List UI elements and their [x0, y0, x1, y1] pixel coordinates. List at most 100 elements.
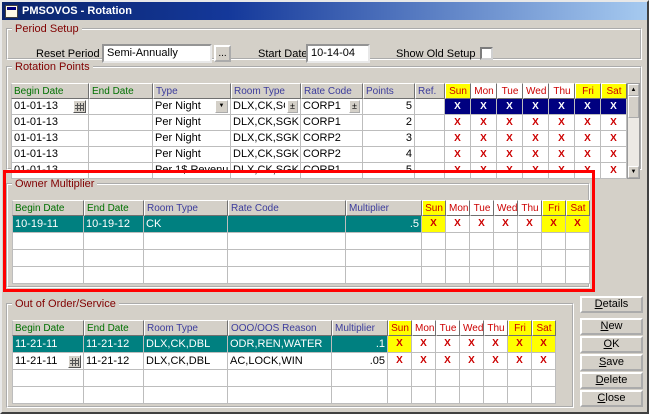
cell-points[interactable]: 5 [363, 99, 415, 115]
cell-type[interactable]: Per Night [153, 147, 231, 163]
day-cell-thu[interactable]: X [549, 99, 575, 115]
cell-reason[interactable] [228, 387, 332, 404]
cell-type[interactable]: Per 1$ Revenu [153, 163, 231, 179]
day-cell-fri[interactable]: X [508, 336, 532, 353]
day-cell-sat[interactable]: X [601, 131, 627, 147]
cell-type[interactable]: Per Night [153, 131, 231, 147]
day-cell-tue[interactable]: X [436, 336, 460, 353]
day-cell-sun[interactable]: X [445, 99, 471, 115]
day-cell-mon[interactable]: X [471, 115, 497, 131]
cell-room-type[interactable]: DLX,CK,DBL [144, 336, 228, 353]
cell-ref[interactable] [415, 147, 445, 163]
day-cell-sat[interactable]: X [601, 147, 627, 163]
day-cell-sat[interactable] [532, 387, 556, 404]
day-cell-tue[interactable] [436, 387, 460, 404]
day-cell-wed[interactable] [494, 233, 518, 250]
cell-begin-date[interactable]: 01-01-13 [11, 99, 89, 115]
cell-begin-date[interactable]: 11-21-11 [12, 353, 84, 370]
reset-period-browse-button[interactable]: ... [214, 45, 231, 62]
cell-end-date[interactable] [89, 99, 153, 115]
cell-end-date[interactable] [84, 233, 144, 250]
day-cell-tue[interactable]: X [470, 216, 494, 233]
day-cell-tue[interactable] [470, 267, 494, 284]
scroll-track[interactable] [628, 118, 639, 166]
lov-icon[interactable]: ± [349, 100, 360, 113]
day-cell-thu[interactable]: X [549, 115, 575, 131]
day-cell-mon[interactable]: X [471, 147, 497, 163]
cell-multiplier[interactable]: .5 [346, 216, 422, 233]
cell-ref[interactable] [415, 99, 445, 115]
cell-begin-date[interactable]: 11-21-11 [12, 336, 84, 353]
day-cell-fri[interactable] [508, 387, 532, 404]
day-cell-fri[interactable]: X [575, 163, 601, 179]
cell-room-type[interactable] [144, 250, 228, 267]
day-cell-sat[interactable]: X [566, 216, 590, 233]
cell-multiplier[interactable] [346, 233, 422, 250]
day-cell-sun[interactable]: X [388, 353, 412, 370]
cell-points[interactable]: 4 [363, 147, 415, 163]
day-cell-tue[interactable]: X [497, 99, 523, 115]
cell-points[interactable]: 3 [363, 131, 415, 147]
day-cell-wed[interactable] [494, 267, 518, 284]
close-button[interactable]: Close [580, 390, 643, 407]
scroll-down-icon[interactable]: ▼ [628, 166, 639, 178]
lov-icon[interactable]: ± [287, 100, 298, 113]
cell-rate-code[interactable] [228, 216, 346, 233]
cell-rate-code[interactable] [228, 250, 346, 267]
cell-room-type[interactable] [144, 370, 228, 387]
day-cell-sun[interactable] [422, 233, 446, 250]
day-cell-sun[interactable]: X [445, 163, 471, 179]
cell-rate-code[interactable]: CORP1 [301, 115, 363, 131]
cell-multiplier[interactable]: .1 [332, 336, 388, 353]
rotation-row[interactable]: 01-01-13 Per Night DLX,CK,SGK,K CORP1 2 … [11, 115, 627, 131]
cell-multiplier[interactable] [332, 387, 388, 404]
day-cell-fri[interactable] [508, 370, 532, 387]
day-cell-mon[interactable] [446, 250, 470, 267]
day-cell-tue[interactable]: X [497, 131, 523, 147]
cell-end-date[interactable] [84, 387, 144, 404]
cell-room-type[interactable] [144, 267, 228, 284]
cell-end-date[interactable] [84, 370, 144, 387]
day-cell-tue[interactable]: X [497, 115, 523, 131]
cell-rate-code[interactable]: CORP2 [301, 147, 363, 163]
day-cell-mon[interactable] [412, 370, 436, 387]
day-cell-mon[interactable]: X [471, 163, 497, 179]
cell-room-type[interactable] [144, 387, 228, 404]
delete-button[interactable]: Delete [580, 372, 643, 389]
day-cell-tue[interactable] [436, 370, 460, 387]
day-cell-sat[interactable] [566, 250, 590, 267]
cell-ref[interactable] [415, 131, 445, 147]
day-cell-sun[interactable]: X [445, 115, 471, 131]
day-cell-sun[interactable] [422, 267, 446, 284]
day-cell-sun[interactable]: X [422, 216, 446, 233]
day-cell-sat[interactable] [532, 370, 556, 387]
cell-room-type[interactable]: DLX,CK,SGK,K [231, 115, 301, 131]
cell-reason[interactable]: ODR,REN,WATER [228, 336, 332, 353]
day-cell-sun[interactable]: X [445, 147, 471, 163]
day-cell-fri[interactable]: X [542, 216, 566, 233]
ooo-row[interactable]: 11-21-11 11-21-12 DLX,CK,DBL AC,LOCK,WIN… [12, 353, 556, 370]
cell-multiplier[interactable] [346, 250, 422, 267]
day-cell-thu[interactable] [518, 250, 542, 267]
day-cell-wed[interactable] [494, 250, 518, 267]
day-cell-thu[interactable] [518, 233, 542, 250]
day-cell-tue[interactable]: X [497, 163, 523, 179]
day-cell-wed[interactable] [460, 387, 484, 404]
day-cell-fri[interactable]: X [575, 131, 601, 147]
save-button[interactable]: Save [580, 354, 643, 371]
cell-rate-code[interactable]: CORP1 [301, 163, 363, 179]
day-cell-fri[interactable]: X [575, 115, 601, 131]
day-cell-mon[interactable]: X [446, 216, 470, 233]
day-cell-fri[interactable] [542, 267, 566, 284]
day-cell-sat[interactable]: X [532, 353, 556, 370]
day-cell-tue[interactable]: X [497, 147, 523, 163]
cell-type[interactable]: Per Night [153, 115, 231, 131]
cell-end-date[interactable]: 11-21-12 [84, 336, 144, 353]
ooo-row-selected[interactable]: 11-21-11 11-21-12 DLX,CK,DBL ODR,REN,WAT… [12, 336, 556, 353]
day-cell-wed[interactable]: X [460, 336, 484, 353]
day-cell-thu[interactable]: X [549, 147, 575, 163]
day-cell-wed[interactable]: X [523, 163, 549, 179]
day-cell-sat[interactable] [566, 233, 590, 250]
owner-row-selected[interactable]: 10-19-11 10-19-12 CK .5 X X X X X X X [12, 216, 590, 233]
day-cell-sun[interactable] [422, 250, 446, 267]
